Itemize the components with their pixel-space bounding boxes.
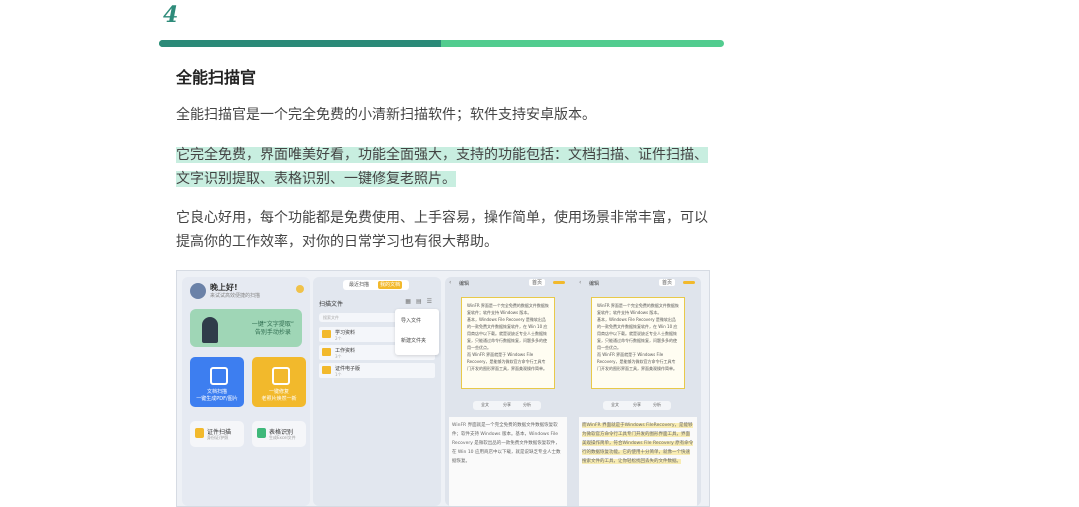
promo-banner: 一键“文字提取” 告别手动抄录 [190, 309, 302, 347]
ocr-result-highlighted: 而WinFR 界面就是于Windows FileRecovery，是能够为微软官… [579, 417, 697, 506]
app-screenshot-image: 晚上好! 来试试高效便捷的扫描 一键“文字提取” 告别手动抄录 文档扫描 一键生… [176, 270, 710, 507]
editor-view-left: ‹ 编辑 首页 WinFR 界面是一个完全免费的数据文件数据恢复软件；软件支持 … [445, 277, 571, 506]
editor-view-right: ‹ 编辑 首页 WinFR 界面是一个完全免费的数据文件数据恢复软件；软件支持 … [575, 277, 701, 506]
result-segment: 全文 分享 分析 [603, 401, 671, 410]
highlight-text: 它完全免费，界面唯美好看，功能全面强大，支持的功能包括：文档扫描、证件扫描、文字… [176, 147, 708, 187]
folder-icon [322, 330, 331, 338]
files-tabs: 最近扫描 我的文档 [343, 280, 409, 290]
folder-icon [322, 348, 331, 356]
tab-recent: 最近扫描 [349, 282, 370, 288]
seg-analyze: 分析 [523, 402, 531, 407]
file-count: 1个 [335, 372, 342, 377]
photo-restore-card: 一键修复 老照片焕然一新 [252, 357, 306, 407]
table-recognition-subtitle: 生成Excel文件 [269, 435, 296, 440]
toolbar-icons: ▦▤☰ [405, 298, 437, 305]
editor-screen-pane: ‹ 编辑 首页 WinFR 界面是一个完全免费的数据文件数据恢复软件；软件支持 … [445, 277, 701, 506]
highlighted-result: 而WinFR 界面就是于Windows FileRecovery，是能够为微软官… [582, 423, 694, 464]
section-divider-bar [159, 40, 724, 47]
seg-analyze: 分析 [653, 402, 661, 407]
table-recognition-card: 表格识别 生成Excel文件 [252, 421, 306, 447]
ocr-result-text: WinFR 界面就是一个完全免费的数据文件数据恢复软件；软件支持 Windows… [449, 417, 567, 506]
greeting-subtext: 来试试高效便捷的扫描 [210, 293, 261, 299]
table-icon [257, 428, 266, 438]
files-header: 扫描文件 [319, 301, 344, 308]
file-name: 学习资料 [335, 330, 356, 336]
avatar [190, 283, 206, 299]
seg-share: 分享 [503, 402, 511, 407]
id-scan-subtitle: 身份证/护照 [207, 435, 229, 440]
banner-text: 一键“文字提取” 告别手动抄录 [251, 321, 294, 336]
result-segment: 全文 分享 分析 [473, 401, 541, 410]
intro-paragraph: 全能扫描官是一个完全免费的小清新扫描软件；软件支持安卓版本。 [176, 107, 596, 123]
seg-fulltext: 全文 [611, 402, 619, 407]
tab-my-docs: 我的文档 [378, 281, 403, 289]
folder-icon [322, 366, 331, 374]
document-scan-label: 文档扫描 一键生成PDF/图片 [196, 389, 238, 402]
id-scan-card: 证件扫描 身份证/护照 [190, 421, 244, 447]
menu-item-import: 导入文件 [401, 318, 422, 324]
seg-share: 分享 [633, 402, 641, 407]
crown-icon [296, 285, 304, 293]
file-name: 证件电子版 [335, 366, 361, 372]
more-icon [553, 281, 565, 284]
file-count: 3个 [335, 354, 342, 359]
context-menu: 导入文件 新建文件夹 [395, 309, 439, 355]
file-row: 证件电子版 1个 [319, 363, 435, 378]
files-screen-pane: 最近扫描 我的文档 扫描文件 ▦▤☰ 搜索文件 学习资料 2个 工作资料 3个 … [313, 277, 441, 506]
menu-item-new-folder: 新建文件夹 [401, 338, 427, 344]
more-icon [683, 281, 695, 284]
photo-restore-label: 一键修复 老照片焕然一新 [261, 389, 297, 402]
home-tab: 首页 [528, 279, 545, 286]
person-illustration-icon [202, 317, 218, 343]
id-card-icon [195, 428, 204, 438]
file-name: 工作资料 [335, 348, 356, 354]
highlighted-paragraph: 它完全免费，界面唯美好看，功能全面强大，支持的功能包括：文档扫描、证件扫描、文字… [176, 143, 716, 191]
divider-bar-dark-segment [159, 40, 441, 47]
scanned-document: WinFR 界面是一个完全免费的数据文件数据恢复软件；软件支持 Windows … [591, 297, 685, 389]
home-screen-pane: 晚上好! 来试试高效便捷的扫描 一键“文字提取” 告别手动抄录 文档扫描 一键生… [182, 277, 310, 506]
scan-icon [210, 367, 228, 385]
document-scan-card: 文档扫描 一键生成PDF/图片 [190, 357, 244, 407]
back-icon: ‹ [449, 279, 452, 286]
file-count: 2个 [335, 336, 342, 341]
scanned-document: WinFR 界面是一个完全免费的数据文件数据恢复软件；软件支持 Windows … [461, 297, 555, 389]
editor-title: 编辑 [459, 281, 470, 287]
back-icon: ‹ [579, 279, 582, 286]
app-title: 全能扫描官 [176, 68, 257, 87]
description-paragraph: 它良心好用，每个功能都是免费使用、上手容易，操作简单，使用场景非常丰富，可以提高… [176, 210, 708, 250]
seg-fulltext: 全文 [481, 402, 489, 407]
section-number: 4 [163, 2, 179, 28]
home-tab: 首页 [658, 279, 675, 286]
photo-icon [272, 367, 290, 385]
editor-title: 编辑 [589, 281, 600, 287]
